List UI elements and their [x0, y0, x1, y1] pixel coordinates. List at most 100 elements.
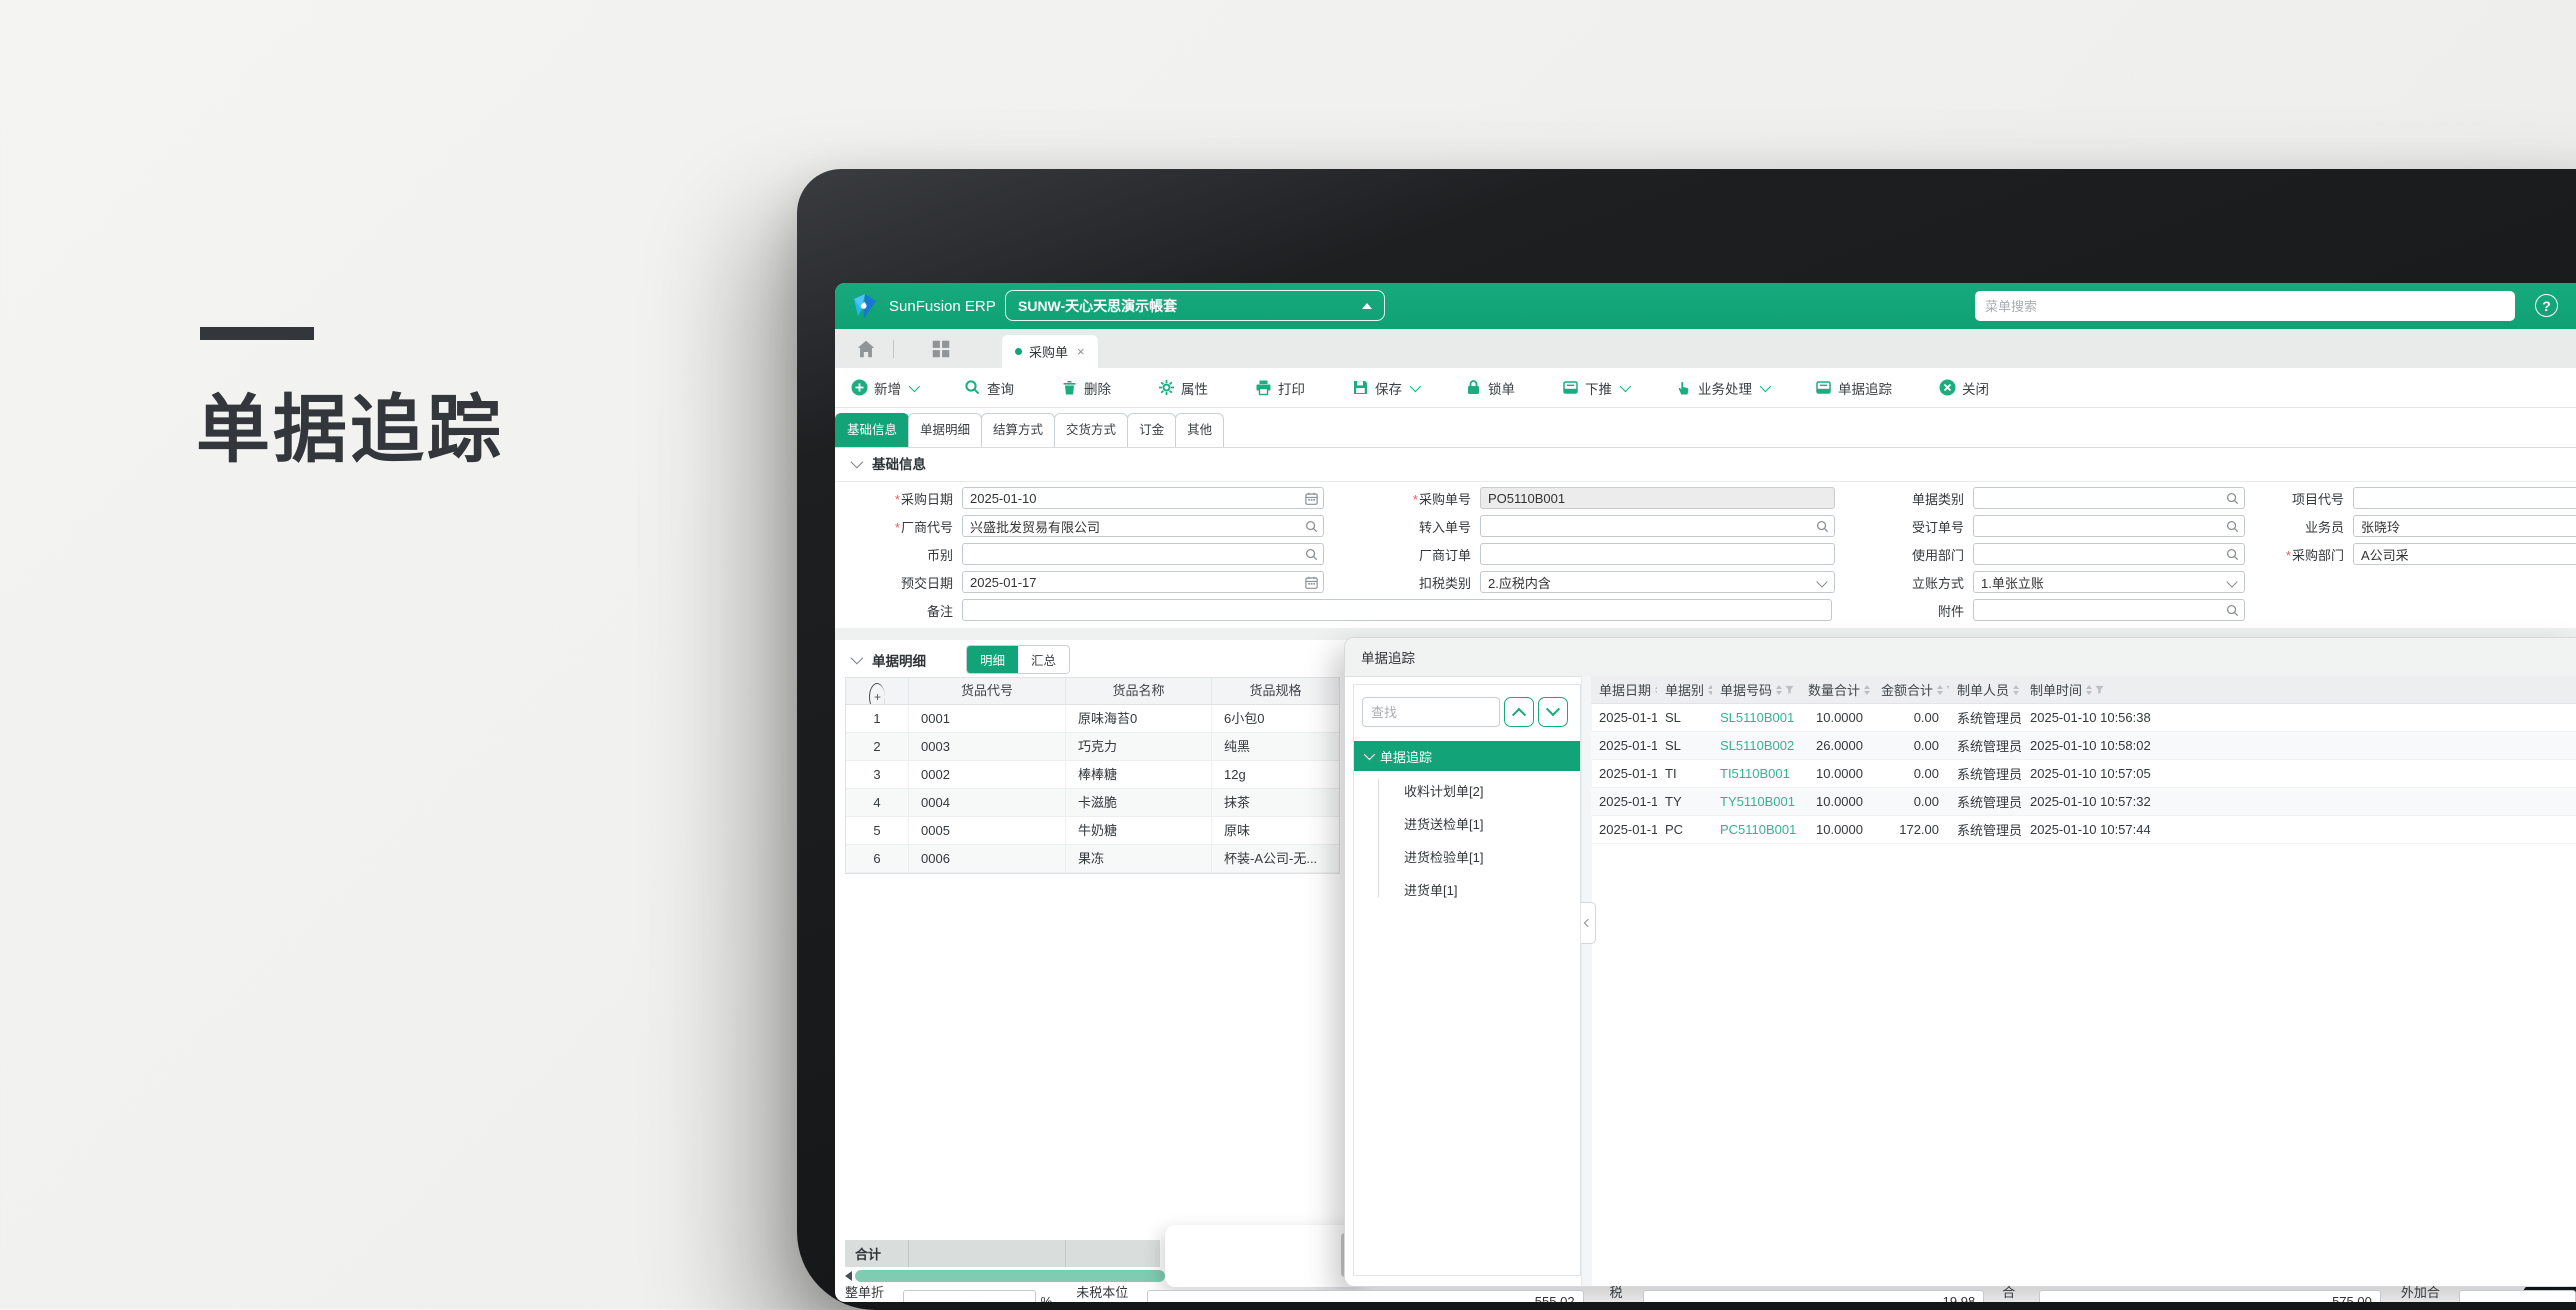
transfer-number-input[interactable] — [1480, 515, 1835, 537]
lock-button[interactable]: 锁单 — [1465, 378, 1515, 398]
currency-input[interactable] — [962, 543, 1324, 565]
lookup-icon[interactable] — [1815, 519, 1830, 534]
tab-deposit[interactable]: 订金 — [1127, 413, 1177, 447]
table-row[interactable]: 2025-01-10 TI TI5110B001 10.0000 0.00 系统… — [1591, 760, 2576, 788]
delete-button[interactable]: 删除 — [1061, 378, 1111, 398]
scroll-left-icon[interactable] — [845, 1271, 852, 1281]
menu-search-input[interactable] — [1975, 291, 2515, 321]
column-header[interactable]: 制单人员 — [1949, 676, 2022, 703]
tree-node[interactable]: 进货单[1] — [1354, 874, 1580, 907]
table-row[interactable]: 2 0003 巧克力 纯黑 — [846, 733, 1339, 761]
table-row[interactable]: 6 0006 果冻 杯装-A公司-无... — [846, 845, 1339, 873]
new-button[interactable]: 新增 — [851, 378, 921, 398]
table-row[interactable]: 5 0005 牛奶糖 原味 — [846, 817, 1339, 845]
tree-root-node[interactable]: 单据追踪 — [1354, 741, 1580, 771]
column-header[interactable]: 单据别 — [1657, 676, 1712, 703]
salesperson-input[interactable]: 张晓玲 — [2353, 515, 2576, 537]
scrollbar-thumb[interactable] — [855, 1270, 1165, 1282]
lookup-icon[interactable] — [1304, 519, 1319, 534]
table-row[interactable]: 2025-01-10 SL SL5110B001 10.0000 0.00 系统… — [1591, 704, 2576, 732]
properties-button[interactable]: 属性 — [1158, 378, 1208, 398]
table-row[interactable]: 2025-01-10 PC PC5110B001 10.0000 172.00 … — [1591, 816, 2576, 844]
supplier-code-input[interactable]: 兴盛批发贸易有限公司 — [962, 515, 1324, 537]
column-header[interactable]: 单据日期 — [1591, 676, 1657, 703]
sort-icon[interactable] — [1864, 684, 1871, 695]
sort-icon[interactable] — [1937, 684, 1944, 695]
collapse-panel-handle[interactable] — [1581, 902, 1596, 944]
delivery-date-input[interactable]: 2025-01-17 — [962, 571, 1324, 593]
purchase-date-input[interactable]: 2025-01-10 — [962, 487, 1324, 509]
add-row-icon[interactable]: + — [846, 678, 909, 704]
help-icon[interactable]: ? — [2535, 294, 2558, 317]
table-row[interactable]: 1 0001 原味海苔0 6小包0 — [846, 705, 1339, 733]
vendor-order-input[interactable] — [1480, 543, 1835, 565]
section-detail-header[interactable]: 单据明细 明细 汇总 — [850, 645, 1071, 674]
doc-number-link[interactable]: SL5110B001 — [1712, 710, 1800, 725]
account-method-select[interactable]: 1.单张立账 — [1973, 571, 2245, 593]
popup-title-bar[interactable]: 单据追踪 — [1345, 638, 2576, 677]
table-row[interactable]: 4 0004 卡滋脆 抹茶 — [846, 789, 1339, 817]
tree-node[interactable]: 进货检验单[1] — [1354, 841, 1580, 874]
lookup-icon[interactable] — [2225, 491, 2240, 506]
column-header[interactable]: 货品规格 — [1212, 678, 1339, 704]
query-button[interactable]: 查询 — [964, 378, 1014, 398]
tree-node[interactable]: 收料计划单[2] — [1354, 775, 1580, 808]
toggle-detail[interactable]: 明细 — [967, 646, 1019, 673]
document-tracking-button[interactable]: 单据追踪 — [1815, 378, 1892, 398]
find-previous-button[interactable] — [1504, 697, 1534, 727]
tab-basic-info[interactable]: 基础信息 — [835, 413, 910, 447]
tree-node[interactable]: 进货送检单[1] — [1354, 808, 1580, 841]
section-basic-header[interactable]: 基础信息 — [850, 453, 926, 473]
toggle-summary[interactable]: 汇总 — [1018, 646, 1070, 673]
find-next-button[interactable] — [1538, 697, 1568, 727]
save-button[interactable]: 保存 — [1352, 378, 1422, 398]
doc-category-input[interactable] — [1973, 487, 2245, 509]
close-tab-icon[interactable]: × — [1077, 344, 1085, 359]
project-code-input[interactable] — [2353, 487, 2576, 509]
print-button[interactable]: 打印 — [1255, 378, 1305, 398]
tab-delivery[interactable]: 交货方式 — [1054, 413, 1129, 447]
tab-settlement[interactable]: 结算方式 — [981, 413, 1056, 447]
sales-order-input[interactable] — [1973, 515, 2245, 537]
lookup-icon[interactable] — [2225, 603, 2240, 618]
tree-find-input[interactable] — [1362, 697, 1500, 727]
table-row[interactable]: 2025-01-10 SL SL5110B002 26.0000 0.00 系统… — [1591, 732, 2576, 760]
tax-type-select[interactable]: 2.应税内含 — [1480, 571, 1835, 593]
column-header[interactable]: 金额合计 — [1873, 676, 1949, 703]
attachment-input[interactable] — [1973, 599, 2245, 621]
push-down-button[interactable]: 下推 — [1562, 378, 1632, 398]
home-icon[interactable] — [855, 338, 877, 360]
tab-detail[interactable]: 单据明细 — [908, 413, 983, 447]
column-header[interactable]: 单据号码 — [1712, 676, 1800, 703]
sort-icon[interactable] — [2013, 684, 2020, 695]
sort-icon[interactable] — [2086, 684, 2093, 695]
table-row[interactable]: 3 0002 棒棒糖 12g — [846, 761, 1339, 789]
account-selector[interactable]: SUNW-天心天思演示帳套 — [1005, 290, 1385, 321]
discount-input[interactable] — [903, 1290, 1036, 1302]
column-header[interactable]: 数量合计 — [1800, 676, 1873, 703]
horizontal-scrollbar[interactable] — [845, 1269, 1165, 1283]
untaxed-input[interactable]: 555.02 — [1147, 1290, 1584, 1302]
sort-icon[interactable] — [1776, 684, 1783, 695]
filter-icon[interactable] — [1785, 685, 1794, 695]
tab-other[interactable]: 其他 — [1175, 413, 1225, 447]
column-header[interactable]: 货品名称 — [1066, 678, 1212, 704]
remark-input[interactable] — [962, 599, 1832, 621]
tab-purchase-order[interactable]: 采购单 × — [1002, 335, 1098, 368]
calendar-icon[interactable] — [1304, 491, 1319, 506]
lookup-icon[interactable] — [2225, 519, 2240, 534]
column-header[interactable]: 货品代号 — [909, 678, 1066, 704]
doc-number-link[interactable]: SL5110B002 — [1712, 738, 1800, 753]
lookup-icon[interactable] — [1304, 547, 1319, 562]
filter-icon[interactable] — [2095, 685, 2104, 695]
using-department-input[interactable] — [1973, 543, 2245, 565]
tax-input[interactable]: 19.98 — [1642, 1290, 1985, 1302]
calendar-icon[interactable] — [1304, 575, 1319, 590]
doc-number-link[interactable]: PC5110B001 — [1712, 822, 1800, 837]
lookup-icon[interactable] — [2225, 547, 2240, 562]
total-input[interactable]: 575.00 — [2039, 1290, 2381, 1302]
doc-number-link[interactable]: TI5110B001 — [1712, 766, 1800, 781]
table-row[interactable]: 2025-01-10 TY TY5110B001 10.0000 0.00 系统… — [1591, 788, 2576, 816]
doc-number-link[interactable]: TY5110B001 — [1712, 794, 1800, 809]
extra-total-input[interactable] — [2459, 1290, 2576, 1302]
